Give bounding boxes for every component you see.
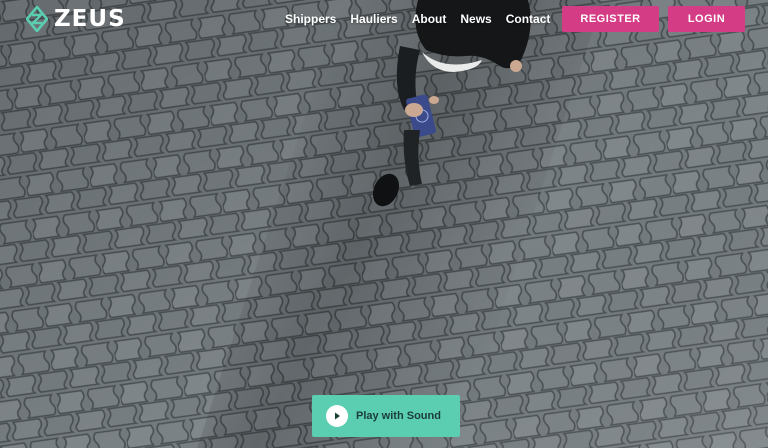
play-with-sound-button[interactable]: Play with Sound: [312, 395, 460, 437]
zeus-diamond-logo-icon: [26, 6, 48, 32]
brand-logo[interactable]: ZEUS: [26, 6, 126, 32]
register-button[interactable]: REGISTER: [562, 6, 659, 32]
play-icon: [326, 405, 348, 427]
nav-item-shippers[interactable]: Shippers: [285, 12, 336, 26]
nav-item-news[interactable]: News: [460, 12, 491, 26]
play-with-sound-label: Play with Sound: [356, 410, 441, 422]
hero-video-background: [0, 0, 768, 448]
nav-item-contact[interactable]: Contact: [506, 12, 551, 26]
nav-item-hauliers[interactable]: Hauliers: [350, 12, 397, 26]
site-header: ZEUS Shippers Hauliers About News Contac…: [0, 0, 768, 40]
login-button[interactable]: LOGIN: [668, 6, 745, 32]
nav-item-about[interactable]: About: [412, 12, 447, 26]
brand-name: ZEUS: [54, 6, 126, 32]
main-nav: Shippers Hauliers About News Contact: [285, 12, 550, 26]
